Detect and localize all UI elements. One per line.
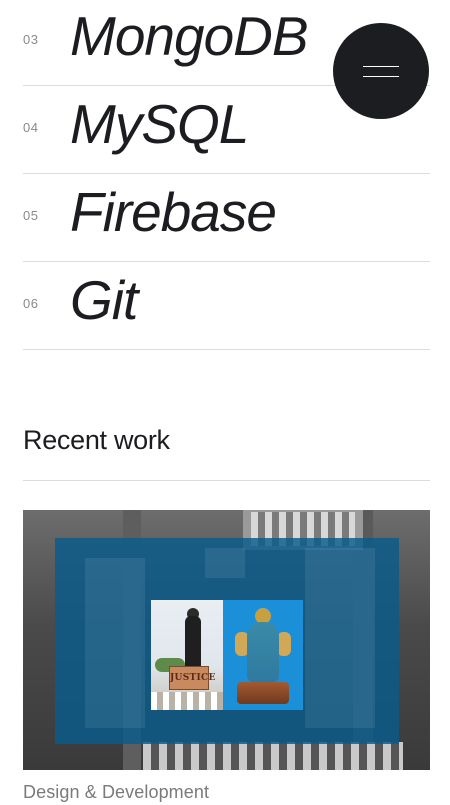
overlay-detail xyxy=(205,548,245,578)
skill-number: 06 xyxy=(23,296,39,311)
work-card[interactable]: JUSTICE xyxy=(23,510,430,770)
skill-name: MySQL xyxy=(70,93,249,155)
statue-body xyxy=(247,622,279,682)
skill-number: 03 xyxy=(23,32,39,47)
crosswalk xyxy=(151,692,223,710)
protest-sign: JUSTICE xyxy=(169,666,215,690)
page: 03 MongoDB 04 MySQL 05 Firebase 06 Git R… xyxy=(0,0,450,805)
skill-name: Git xyxy=(70,269,138,331)
divider xyxy=(23,480,430,481)
skill-name: Firebase xyxy=(70,181,277,243)
hamburger-icon xyxy=(363,66,399,67)
statue-base xyxy=(237,682,289,704)
hamburger-icon-line xyxy=(363,76,399,77)
overlay-detail xyxy=(85,558,145,728)
skill-row-git[interactable]: 06 Git xyxy=(23,262,430,350)
skill-number: 04 xyxy=(23,120,39,135)
thumbnail-statue-image xyxy=(223,600,303,710)
skill-name: MongoDB xyxy=(70,5,309,67)
skill-number: 05 xyxy=(23,208,39,223)
work-caption: Design & Development xyxy=(23,782,210,802)
overlay-detail xyxy=(305,548,375,728)
recent-work-heading: Recent work xyxy=(23,425,170,455)
thumbnail-protester-image: JUSTICE xyxy=(151,600,223,710)
building-balusters xyxy=(143,742,403,770)
menu-button[interactable] xyxy=(333,23,429,119)
skill-row-firebase[interactable]: 05 Firebase xyxy=(23,174,430,262)
statue-arm xyxy=(277,632,291,656)
